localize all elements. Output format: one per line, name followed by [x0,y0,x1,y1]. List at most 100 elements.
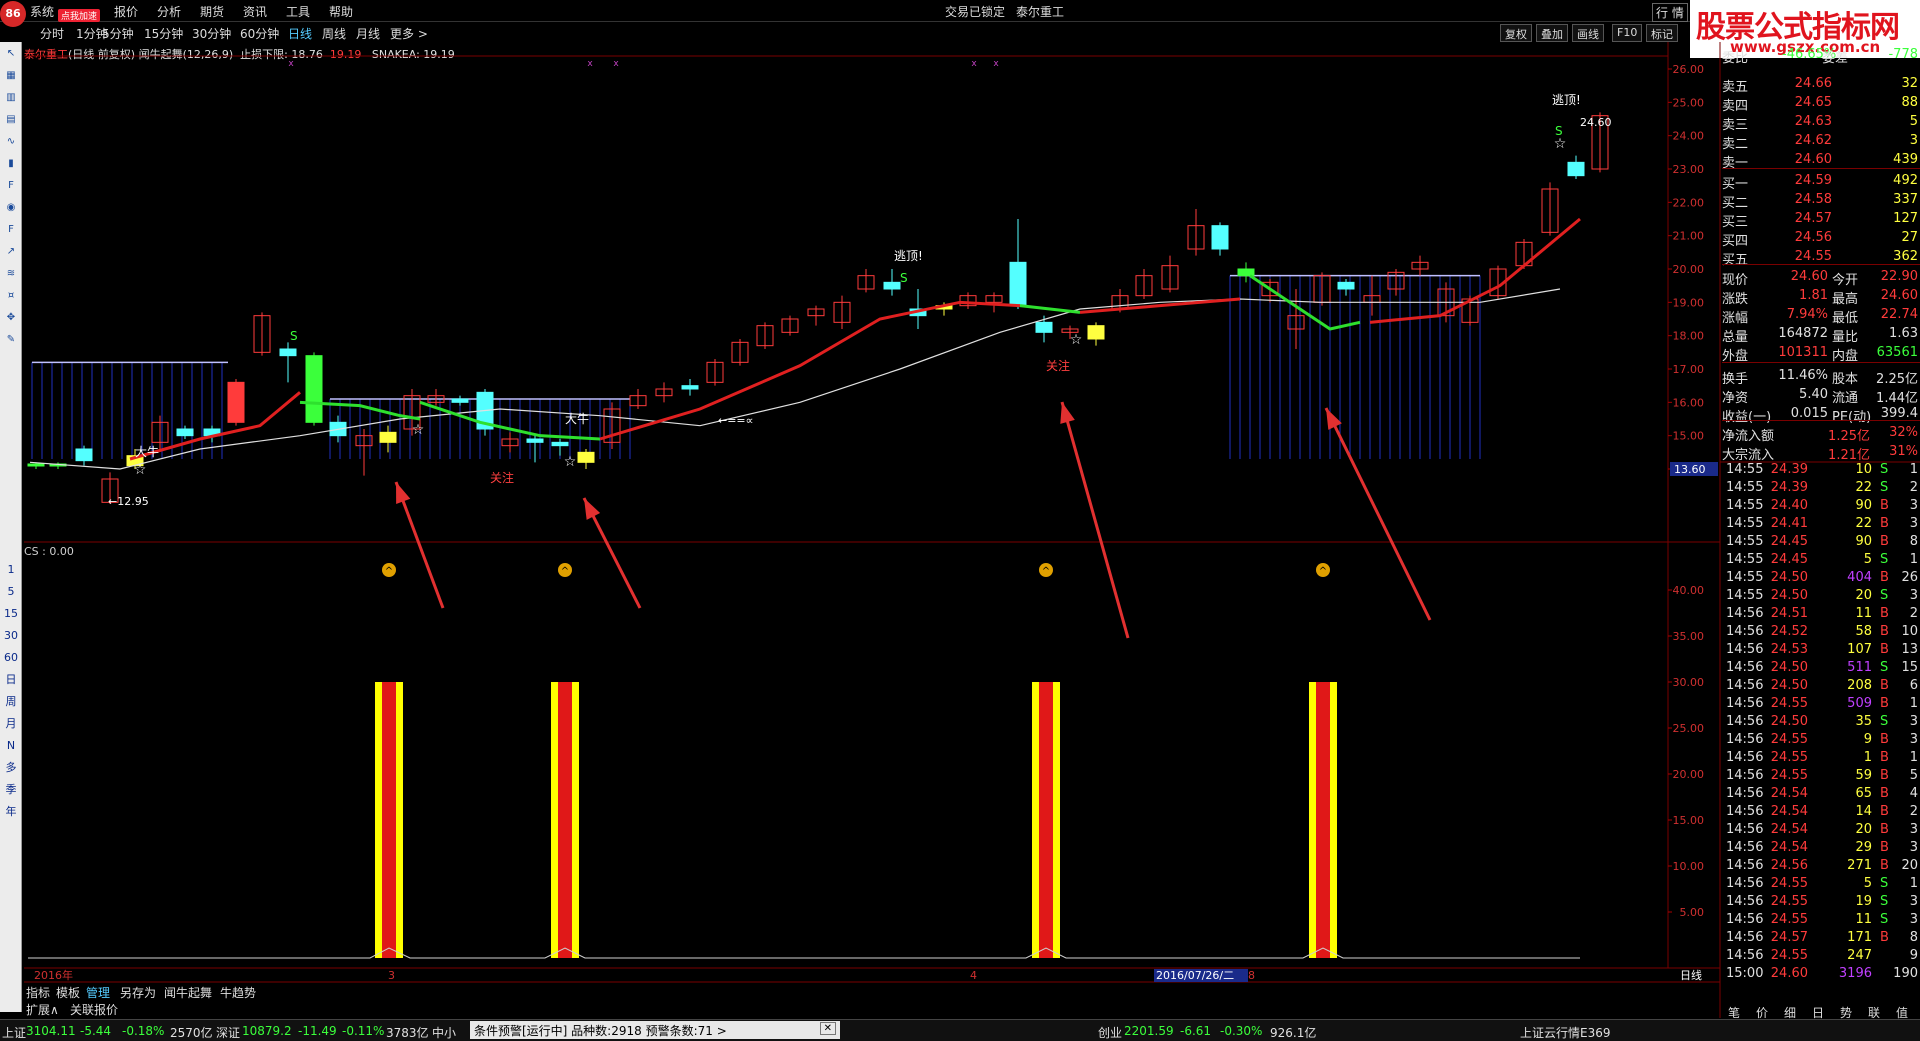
candle-body[interactable] [27,463,45,467]
bid-row-cell: 24.57 [1794,211,1832,226]
candle-body[interactable] [1337,281,1355,290]
trade-cell-s: B [1880,678,1889,693]
candle-body[interactable] [526,438,544,443]
trade-cell-n: 20 [1901,858,1918,873]
candle-body[interactable] [577,451,595,463]
trade-cell-p: 24.54 [1770,840,1808,855]
bid-row-cell: 买一 [1722,177,1749,192]
sh-index[interactable]: 3104.11 [26,1024,76,1038]
trade-row: 14:56 24.50 511 S 15 [1722,660,1920,678]
trade-cell-t: 14:56 [1726,624,1764,639]
candle-body[interactable] [1237,268,1255,277]
trade-cell-s: B [1880,696,1889,711]
trade-cell-p: 24.57 [1770,930,1808,945]
detail-tab-1[interactable]: 价 [1756,1004,1768,1021]
trade-cell-v: 35 [1855,714,1872,729]
candle-body[interactable] [279,348,297,357]
trade-cell-p: 24.50 [1770,678,1808,693]
tab-template[interactable]: 模板 [56,984,80,1001]
trade-row: 14:55 24.50 404 B 26 [1722,570,1920,588]
signal-marker-caret: ^ [1042,566,1050,577]
candle-body[interactable] [1087,325,1105,340]
ask-row-cell: 卖五 [1722,80,1749,95]
stat-row-cell: 11.46% [1778,368,1828,383]
trade-cell-v: 107 [1847,642,1872,657]
sub-tick-label: 40.00 [1673,584,1705,597]
tab-niuqushi[interactable]: 牛趋势 [220,984,256,1001]
chart-canvas[interactable]: 26.0025.0024.0023.0022.0021.0020.0019.00… [0,0,1920,1041]
candle-body[interactable] [551,441,569,447]
alert-box[interactable]: 条件预警[运行中] 品种数:2918 预警条数:71 > ✕ [470,1021,840,1039]
red-arrow-head [1326,408,1342,430]
detail-tab-2[interactable]: 细 [1784,1004,1796,1021]
date-label: 3 [388,969,395,982]
sub-tick-label: 15.00 [1673,814,1705,827]
signal-bar-core [382,682,396,958]
candle-body[interactable] [75,448,93,462]
trade-cell-t: 14:56 [1726,858,1764,873]
ask-row-cell: 5 [1909,114,1918,129]
cloud-quote[interactable]: 上证云行情E369 [1520,1024,1611,1041]
trade-cell-s: S [1880,876,1889,891]
detail-tab-0[interactable]: 笔 [1728,1004,1740,1021]
tab-wenniu[interactable]: 闻牛起舞 [164,984,212,1001]
close-icon[interactable]: ✕ [819,1022,836,1035]
tab-indicator[interactable]: 指标 [26,984,50,1001]
trade-cell-t: 14:55 [1726,498,1764,513]
candle-body[interactable] [1035,321,1053,333]
candle-body[interactable] [1009,261,1027,307]
tab-save-as[interactable]: 另存为 [120,984,156,1001]
price-tick-label: 20.00 [1673,263,1705,276]
tab-manage[interactable]: 管理 [86,984,110,1001]
candle-body[interactable] [305,355,323,423]
bid-row: 买三 24.57 127 [1722,210,1920,230]
stat-row-cell: 最高 [1832,292,1859,307]
candle-body[interactable] [176,428,194,437]
tab-related-quote[interactable]: 关联报价 [70,1001,118,1018]
trade-cell-s: B [1880,624,1889,639]
trade-cell-s: B [1880,786,1889,801]
trade-cell-t: 14:56 [1726,822,1764,837]
trade-cell-s: S [1880,480,1889,495]
red-arrow-head [396,482,411,504]
candle-body[interactable] [451,398,469,403]
bid-row-cell: 买五 [1722,253,1749,268]
stat-row: 换手 11.46% 股本 2.25亿 [1722,367,1920,387]
detail-tab-5[interactable]: 联 [1868,1004,1880,1021]
price-tick-label: 17.00 [1673,363,1705,376]
trade-row: 14:56 24.50 208 B 6 [1722,678,1920,696]
flow-row-cell: 净流入额 [1722,429,1775,444]
trade-cell-s: B [1880,750,1889,765]
trade-cell-n: 3 [1909,516,1918,531]
trades-list[interactable]: 14:55 24.39 10 S 1 14:55 24.39 22 S 2 14:55 24.40 90… [1722,462,1920,982]
tab-extend[interactable]: 扩展∧ [26,1001,59,1018]
trade-cell-n: 1 [1909,462,1918,477]
price-tick-label: 23.00 [1673,163,1705,176]
alert-text: 条件预警[运行中] 品种数:2918 预警条数:71 > [474,1024,727,1038]
annotation-daniu: 大牛 [135,444,159,459]
trade-cell-v: 90 [1855,534,1872,549]
trade-row: 14:56 24.55 11 S 3 [1722,912,1920,930]
trade-cell-t: 14:56 [1726,840,1764,855]
detail-tab-6[interactable]: 值 [1896,1004,1908,1021]
candle-body[interactable] [681,385,699,390]
trade-cell-t: 14:56 [1726,894,1764,909]
cross-marker-icon: x [613,59,619,69]
sub-tick-label: 25.00 [1673,722,1705,735]
trade-cell-t: 14:56 [1726,786,1764,801]
candle-body[interactable] [1211,225,1229,250]
sz-index[interactable]: 10879.2 [242,1024,292,1038]
annotation-daniu: 大牛 [565,411,589,426]
annotation-guanzhu: 关注 [490,470,514,485]
detail-tab-3[interactable]: 日 [1812,1004,1824,1021]
star-icon: ☆ [1554,136,1567,152]
candle-body[interactable] [379,431,397,443]
cy-index[interactable]: 2201.59 [1124,1024,1174,1038]
trade-cell-n: 9 [1909,948,1918,963]
candle-body[interactable] [1567,161,1585,177]
candle-body[interactable] [227,381,245,423]
detail-tab-4[interactable]: 势 [1840,1004,1852,1021]
candle-body[interactable] [883,281,901,290]
trade-cell-v: 14 [1855,804,1872,819]
flow-row-cell: 1.21亿 [1828,448,1870,463]
